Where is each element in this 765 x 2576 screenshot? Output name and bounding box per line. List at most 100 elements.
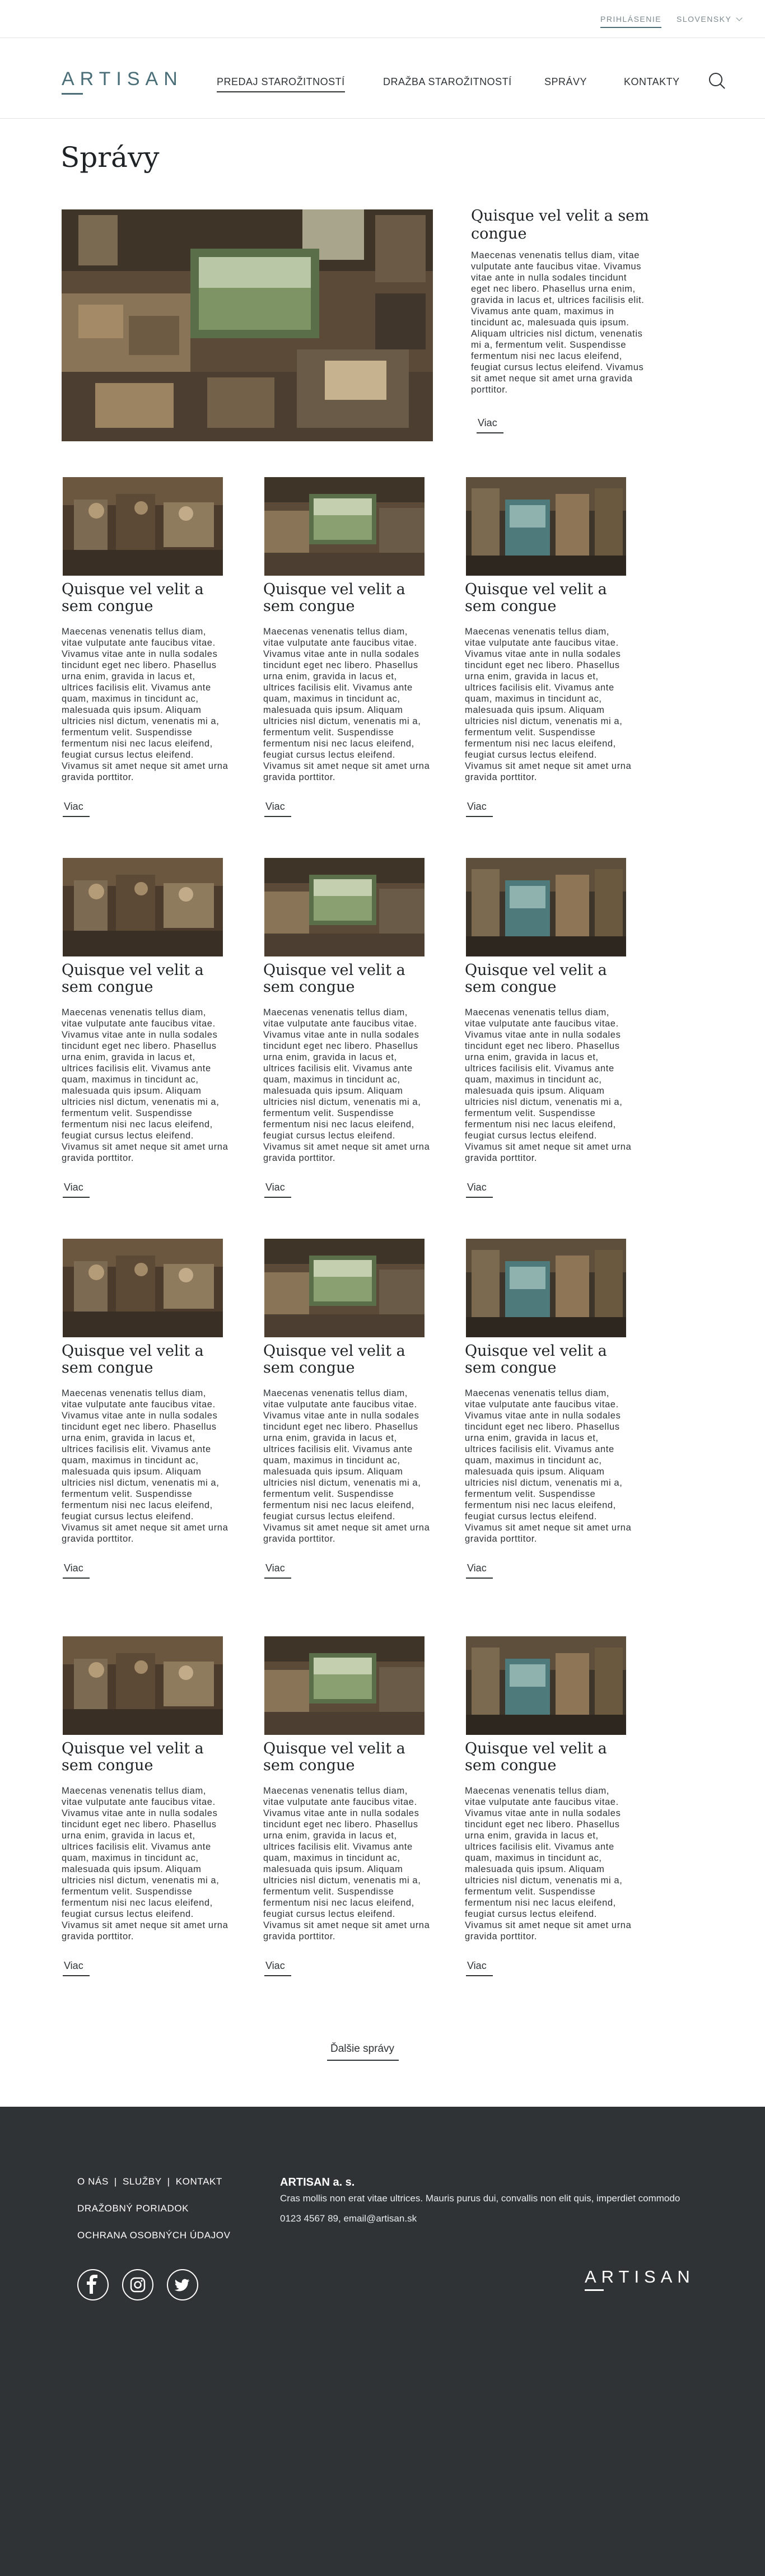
news-card-more-link[interactable]: Viac: [466, 1562, 493, 1579]
more-underline: [63, 816, 90, 817]
news-card: Quisque vel velit a sem congue Maecenas …: [263, 1239, 431, 1597]
news-card-text: Maecenas venenatis tellus diam, vitae vu…: [465, 627, 632, 782]
footer-link-auction-rules[interactable]: DRAŽOBNÝ PORIADOK: [77, 2203, 231, 2214]
news-card-image[interactable]: [466, 477, 626, 576]
featured-title[interactable]: Quisque vel velit a sem congue: [471, 207, 684, 243]
more-underline: [264, 816, 291, 817]
more-label: Viac: [467, 1182, 487, 1193]
news-card-title[interactable]: Quisque vel velit a sem congue: [263, 1740, 431, 1774]
news-card-title[interactable]: Quisque vel velit a sem congue: [62, 1740, 230, 1774]
more-label: Viac: [478, 417, 497, 428]
more-label: Viac: [265, 1562, 285, 1574]
more-underline: [477, 432, 503, 433]
search-icon[interactable]: [708, 72, 726, 90]
news-card-image[interactable]: [264, 477, 425, 576]
footer-link-services[interactable]: SLUŽBY: [123, 2176, 162, 2187]
news-card: Quisque vel velit a sem congue Maecenas …: [263, 1636, 431, 1995]
next-news-label: Ďalšie správy: [330, 2043, 395, 2055]
logo-underline: [62, 93, 83, 95]
news-card-more-link[interactable]: Viac: [264, 1562, 291, 1579]
more-underline: [264, 1578, 291, 1579]
news-card-title[interactable]: Quisque vel velit a sem congue: [263, 1343, 431, 1376]
news-card-more-link[interactable]: Viac: [264, 1960, 291, 1976]
news-card-image[interactable]: [264, 1636, 425, 1735]
news-card-more-link[interactable]: Viac: [466, 1182, 493, 1198]
featured-text: Maecenas venenatis tellus diam, vitae vu…: [471, 250, 645, 395]
more-label: Viac: [64, 1960, 83, 1971]
news-card-image[interactable]: [264, 858, 425, 956]
news-card-more-link[interactable]: Viac: [63, 1562, 90, 1579]
news-card-title[interactable]: Quisque vel velit a sem congue: [465, 581, 633, 615]
site-logo[interactable]: ARTISAN: [62, 68, 183, 95]
news-card-more-link[interactable]: Viac: [466, 1960, 493, 1976]
nav-item-news[interactable]: SPRÁVY: [544, 76, 587, 88]
footer-links: O NÁS | SLUŽBY | KONTAKT DRAŽOBNÝ PORIADOK O…: [77, 2176, 231, 2257]
more-underline: [264, 1975, 291, 1976]
news-card-more-link[interactable]: Viac: [63, 1182, 90, 1198]
news-card-text: Maecenas venenatis tellus diam, vitae vu…: [62, 1786, 228, 1942]
language-selector[interactable]: SLOVENSKY: [677, 15, 743, 24]
news-card-title[interactable]: Quisque vel velit a sem congue: [465, 962, 633, 996]
footer-logo-text: ARTISAN: [585, 2267, 695, 2286]
login-link[interactable]: PRIHLÁSENIE: [600, 15, 662, 28]
news-card-more-link[interactable]: Viac: [264, 1182, 291, 1198]
footer-link-privacy[interactable]: OCHRANA OSOBNÝCH ÚDAJOV: [77, 2230, 231, 2241]
company-description: Cras mollis non erat vitae ultrices. Mau…: [280, 2193, 680, 2204]
nav-item-label: KONTAKTY: [624, 76, 680, 87]
news-card-image[interactable]: [63, 858, 223, 956]
footer-links-row: O NÁS | SLUŽBY | KONTAKT: [77, 2176, 231, 2187]
news-card-title[interactable]: Quisque vel velit a sem congue: [465, 1343, 633, 1376]
news-card-image[interactable]: [264, 1239, 425, 1337]
news-card-title[interactable]: Quisque vel velit a sem congue: [263, 581, 431, 615]
footer-link-contact[interactable]: KONTAKT: [176, 2176, 222, 2187]
facebook-icon[interactable]: [77, 2269, 109, 2300]
more-underline: [466, 816, 493, 817]
news-card-image[interactable]: [466, 858, 626, 956]
news-card-more-link[interactable]: Viac: [466, 801, 493, 817]
nav-item-sale[interactable]: PREDAJ STAROŽITNOSTÍ: [217, 76, 345, 92]
more-label: Viac: [265, 1960, 285, 1971]
news-card: Quisque vel velit a sem congue Maecenas …: [465, 477, 633, 836]
nav-item-contacts[interactable]: KONTAKTY: [624, 76, 680, 88]
news-card-image[interactable]: [466, 1636, 626, 1735]
active-underline: [217, 91, 345, 92]
logo-text: ARTISAN: [62, 68, 183, 90]
news-card-image[interactable]: [466, 1239, 626, 1337]
news-card-text: Maecenas venenatis tellus diam, vitae vu…: [465, 1007, 632, 1163]
company-contact[interactable]: 0123 4567 89, email@artisan.sk: [280, 2213, 417, 2224]
news-card-more-link[interactable]: Viac: [63, 1960, 90, 1976]
page-title: Správy: [60, 141, 160, 174]
news-card: Quisque vel velit a sem congue Maecenas …: [263, 477, 431, 836]
featured-more-link[interactable]: Viac: [477, 417, 503, 433]
news-card-title[interactable]: Quisque vel velit a sem congue: [62, 1343, 230, 1376]
next-news-underline: [327, 2060, 399, 2061]
news-card-text: Maecenas venenatis tellus diam, vitae vu…: [465, 1786, 632, 1942]
more-label: Viac: [265, 801, 285, 812]
news-card-image[interactable]: [63, 1239, 223, 1337]
language-label: SLOVENSKY: [677, 15, 732, 24]
twitter-icon[interactable]: [167, 2269, 198, 2300]
news-card-title[interactable]: Quisque vel velit a sem congue: [62, 962, 230, 996]
divider: |: [114, 2176, 117, 2187]
more-underline: [264, 1197, 291, 1198]
main-header: ARTISAN PREDAJ STAROŽITNOSTÍ DRAŽBA STAR…: [0, 38, 765, 119]
footer-link-about[interactable]: O NÁS: [77, 2176, 109, 2187]
instagram-icon[interactable]: [122, 2269, 153, 2300]
site-footer: O NÁS | SLUŽBY | KONTAKT DRAŽOBNÝ PORIADOK O…: [0, 2107, 765, 2576]
news-card-more-link[interactable]: Viac: [264, 801, 291, 817]
news-card-title[interactable]: Quisque vel velit a sem congue: [62, 581, 230, 615]
featured-image[interactable]: [62, 209, 433, 441]
news-card-text: Maecenas venenatis tellus diam, vitae vu…: [263, 1786, 430, 1942]
footer-logo[interactable]: ARTISAN: [585, 2267, 695, 2291]
news-card-more-link[interactable]: Viac: [63, 801, 90, 817]
nav-item-auction[interactable]: DRAŽBA STAROŽITNOSTÍ: [383, 76, 512, 88]
next-news-link[interactable]: Ďalšie správy: [327, 2043, 399, 2061]
news-card-title[interactable]: Quisque vel velit a sem congue: [263, 962, 431, 996]
news-card: Quisque vel velit a sem congue Maecenas …: [62, 1636, 230, 1995]
news-card-title[interactable]: Quisque vel velit a sem congue: [465, 1740, 633, 1774]
news-card-image[interactable]: [63, 1636, 223, 1735]
news-card: Quisque vel velit a sem congue Maecenas …: [263, 858, 431, 1216]
news-card-text: Maecenas venenatis tellus diam, vitae vu…: [263, 627, 430, 782]
logo-underline: [585, 2289, 604, 2291]
news-card-image[interactable]: [63, 477, 223, 576]
